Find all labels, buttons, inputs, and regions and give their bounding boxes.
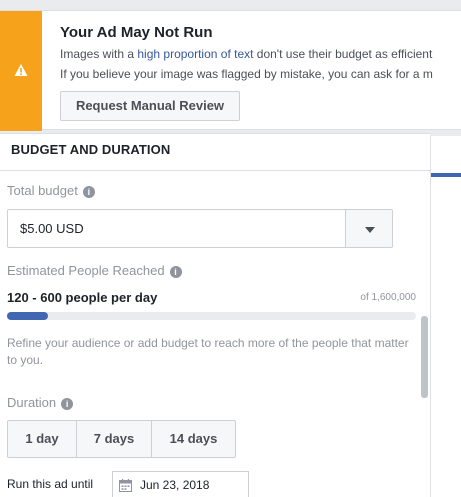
info-icon[interactable]: i (61, 398, 74, 410)
duration-1-day-button[interactable]: 1 day (8, 421, 77, 457)
duration-14-days-button[interactable]: 14 days (152, 421, 235, 457)
run-until-label: Run this ad until (7, 477, 94, 491)
total-budget-label: Total budget i (7, 183, 95, 198)
end-date-value: Jun 23, 2018 (140, 478, 210, 492)
warning-title: Your Ad May Not Run (60, 24, 213, 41)
info-icon[interactable]: i (169, 266, 182, 278)
reach-label: Estimated People Reached i (7, 263, 182, 278)
calendar-icon (119, 479, 132, 492)
caret-down-icon (365, 227, 375, 233)
info-icon[interactable]: i (82, 186, 95, 198)
reach-progress-bar (7, 312, 416, 320)
ad-warning-card: Your Ad May Not Run Images with a high p… (0, 10, 461, 131)
warning-text-suffix: don't use their budget as efficient (253, 47, 433, 61)
ad-preview-panel (430, 136, 461, 497)
section-header: BUDGET AND DURATION (0, 134, 430, 171)
total-budget-label-text: Total budget (7, 183, 78, 198)
warning-text-prefix: Images with a (60, 47, 138, 61)
warning-text-line-1: Images with a high proportion of text do… (60, 47, 432, 61)
reach-label-text: Estimated People Reached (7, 263, 165, 278)
warning-strip (0, 11, 42, 131)
warning-icon (14, 64, 28, 76)
section-title: BUDGET AND DURATION (11, 142, 171, 157)
duration-options: 1 day 7 days 14 days (7, 420, 236, 458)
preview-tab-indicator (431, 173, 461, 177)
total-budget-input[interactable]: $5.00 USD (7, 209, 346, 248)
high-proportion-link[interactable]: high proportion of text (137, 47, 253, 61)
budget-type-dropdown[interactable] (345, 209, 393, 248)
reach-total: of 1,600,000 (360, 292, 416, 303)
end-date-input[interactable]: Jun 23, 2018 (112, 471, 249, 497)
warning-text-line-2: If you believe your image was flagged by… (60, 67, 433, 81)
duration-label-text: Duration (7, 395, 57, 410)
duration-7-days-button[interactable]: 7 days (77, 421, 152, 457)
scrollbar-thumb[interactable] (421, 316, 428, 398)
reach-value: 120 - 600 people per day (7, 290, 158, 305)
reach-progress-fill (7, 312, 48, 320)
request-manual-review-button[interactable]: Request Manual Review (60, 91, 240, 121)
duration-label: Duration i (7, 395, 74, 410)
budget-duration-panel: BUDGET AND DURATION Total budget i $5.00 … (0, 133, 430, 497)
reach-hint: Refine your audience or add budget to re… (7, 336, 409, 367)
